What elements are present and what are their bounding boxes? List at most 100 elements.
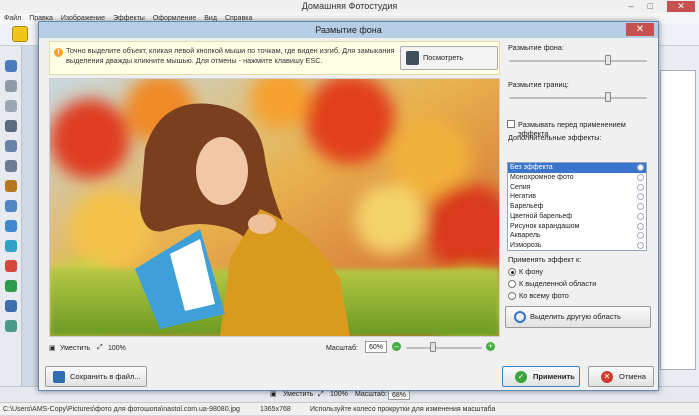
app-title: Домашняя Фотостудия bbox=[301, 1, 398, 11]
fit-icon[interactable]: ▣ bbox=[49, 344, 56, 352]
background-blur-slider[interactable] bbox=[509, 60, 647, 62]
check-icon: ✓ bbox=[515, 371, 527, 383]
stamp-tool-icon[interactable] bbox=[5, 180, 17, 192]
edge-blur-label: Размытие границ: bbox=[508, 80, 569, 89]
effect-item[interactable]: Акварель bbox=[508, 231, 646, 241]
effect-radio[interactable] bbox=[637, 173, 644, 181]
effect-radio[interactable] bbox=[637, 232, 644, 240]
photo-image[interactable] bbox=[50, 79, 499, 336]
dialog-title-bar: Размытие фона bbox=[39, 22, 658, 38]
right-panel-list[interactable] bbox=[660, 70, 696, 370]
apply-to-label: Применять эффект к: bbox=[508, 255, 582, 264]
main-scale-value[interactable]: 68% bbox=[388, 390, 411, 400]
background-blur-thumb[interactable] bbox=[605, 55, 612, 65]
left-toolbar bbox=[0, 46, 22, 386]
effect-radio[interactable] bbox=[637, 222, 644, 230]
apply-background-label[interactable]: К фону bbox=[519, 267, 543, 276]
watch-video-button[interactable]: Посмотреть видеоурок bbox=[400, 46, 498, 84]
brush-tool-icon[interactable] bbox=[5, 120, 17, 132]
pointer-tool-icon[interactable] bbox=[5, 60, 17, 72]
eye-tool-icon[interactable] bbox=[5, 200, 17, 212]
zoom-100-icon[interactable]: ⤢ bbox=[97, 344, 103, 352]
scale-slider-track[interactable] bbox=[406, 347, 482, 349]
effect-item-label: Негатив bbox=[510, 193, 536, 201]
apply-label: Применить bbox=[533, 372, 575, 381]
hint-box: ! Точно выделите объект, кликая левой кн… bbox=[49, 41, 500, 84]
apply-selection-label[interactable]: К выделенной области bbox=[519, 279, 596, 288]
save-to-file-label: Сохранить в файл... bbox=[70, 372, 141, 381]
effect-item[interactable]: Цветной барельеф bbox=[508, 212, 646, 222]
palette-tool-icon[interactable] bbox=[5, 260, 17, 272]
blur-background-dialog: Размытие фона ✕ ! Точно выделите объект,… bbox=[38, 21, 659, 391]
effect-item[interactable]: Изморозь bbox=[508, 241, 646, 251]
blur-drop-tool-icon[interactable] bbox=[5, 160, 17, 172]
effect-item-label: Монохромное фото bbox=[510, 173, 574, 181]
text-tool-icon[interactable] bbox=[5, 300, 17, 312]
open-folder-icon[interactable] bbox=[12, 26, 28, 42]
eraser-tool-icon[interactable] bbox=[5, 320, 17, 332]
effect-item[interactable]: Монохромное фото bbox=[508, 173, 646, 183]
effect-item[interactable]: Рисунок карандашом bbox=[508, 222, 646, 232]
zoom-in-icon[interactable]: + bbox=[486, 342, 495, 351]
floppy-disk-icon bbox=[53, 371, 65, 383]
effect-radio[interactable] bbox=[637, 212, 644, 220]
apply-whole-photo-label[interactable]: Ко всему фото bbox=[519, 291, 569, 300]
select-other-area-label: Выделить другую область bbox=[530, 312, 621, 321]
apply-whole-photo-radio[interactable] bbox=[508, 292, 516, 300]
video-camera-icon bbox=[406, 51, 419, 65]
fit-label[interactable]: Уместить bbox=[60, 345, 90, 352]
photo-canvas[interactable] bbox=[49, 78, 500, 337]
effect-item-label: Сепия bbox=[510, 183, 531, 191]
zoom-out-icon[interactable]: – bbox=[392, 342, 401, 351]
effect-item[interactable]: Без эффекта bbox=[508, 163, 646, 173]
apply-to-group: К фону К выделенной области Ко всему фот… bbox=[508, 267, 653, 307]
edge-blur-thumb[interactable] bbox=[605, 92, 612, 102]
info-icon: ! bbox=[54, 48, 63, 57]
background-blur-label: Размытие фона: bbox=[508, 43, 564, 52]
apply-background-radio[interactable] bbox=[508, 268, 516, 276]
close-button[interactable]: ✕ bbox=[667, 1, 695, 12]
hint-text: Точно выделите объект, кликая левой кноп… bbox=[66, 46, 395, 65]
dialog-title: Размытие фона bbox=[315, 25, 382, 35]
save-to-file-button[interactable]: Сохранить в файл... bbox=[45, 366, 147, 387]
menu-file[interactable]: Файл bbox=[4, 13, 21, 24]
cancel-label: Отмена bbox=[619, 372, 646, 381]
maximize-button[interactable]: □ bbox=[648, 1, 653, 12]
layers-tool-icon[interactable] bbox=[5, 280, 17, 292]
effect-item[interactable]: Барельеф bbox=[508, 202, 646, 212]
edge-blur-slider[interactable] bbox=[509, 97, 647, 99]
drop-tool-icon[interactable] bbox=[5, 140, 17, 152]
effects-list[interactable]: Без эффекта Монохромное фото Сепия Негатив Б… bbox=[507, 162, 647, 251]
effect-item-label: Цветной барельеф bbox=[510, 212, 572, 220]
dialog-view-bar: ▣ Уместить ⤢ 100% Масштаб: 60% – + bbox=[49, 340, 500, 368]
effect-radio[interactable] bbox=[637, 242, 644, 249]
scale-slider-thumb[interactable] bbox=[429, 342, 436, 352]
effect-radio[interactable] bbox=[637, 203, 644, 210]
rotate-tool-icon[interactable] bbox=[5, 80, 17, 92]
scale-value[interactable]: 60% bbox=[365, 341, 387, 353]
apply-button[interactable]: ✓ Применить bbox=[502, 366, 580, 387]
minimize-button[interactable]: – bbox=[629, 1, 634, 12]
color-tool-icon[interactable] bbox=[5, 220, 17, 232]
cancel-icon: ✕ bbox=[601, 371, 613, 383]
effect-radio[interactable] bbox=[637, 193, 644, 201]
scale-label: Масштаб: bbox=[326, 345, 358, 352]
select-other-area-button[interactable]: Выделить другую область bbox=[505, 306, 651, 328]
magic-wand-tool-icon[interactable] bbox=[5, 100, 17, 112]
lens-tool-icon[interactable] bbox=[5, 240, 17, 252]
effect-item[interactable]: Негатив bbox=[508, 192, 646, 202]
effect-radio[interactable] bbox=[637, 164, 644, 171]
zoom-100-label[interactable]: 100% bbox=[108, 345, 126, 352]
photo-illustration bbox=[50, 79, 499, 336]
blur-before-checkbox[interactable] bbox=[507, 120, 515, 128]
cancel-button[interactable]: ✕ Отмена bbox=[588, 366, 654, 387]
extra-effects-label: Дополнительные эффекты: bbox=[508, 133, 602, 142]
effect-item[interactable]: Сепия bbox=[508, 183, 646, 193]
effect-item-label: Акварель bbox=[510, 232, 541, 240]
effect-radio[interactable] bbox=[637, 183, 644, 191]
effect-item-label: Барельеф bbox=[510, 203, 544, 210]
dialog-close-button[interactable]: ✕ bbox=[626, 23, 654, 36]
settings-panel: Размытие фона: Размытие границ: Размыват… bbox=[505, 40, 655, 390]
apply-selection-radio[interactable] bbox=[508, 280, 516, 288]
effect-item-label: Рисунок карандашом bbox=[510, 222, 580, 230]
